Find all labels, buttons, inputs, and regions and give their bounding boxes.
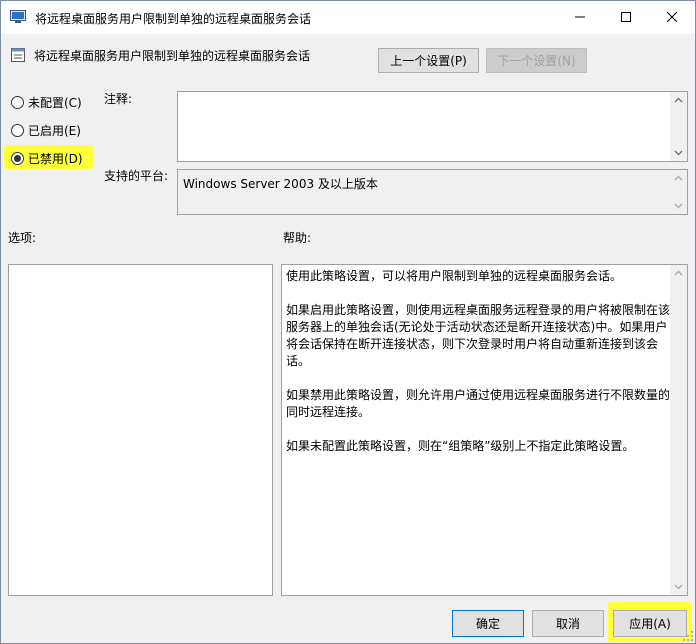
radio-circle (11, 96, 24, 109)
next-setting-button[interactable]: 下一个设置(N) (486, 48, 587, 73)
help-paragraph: 如果启用此策略设置，则使用远程桌面服务远程登录的用户将被限制在该服务器上的单独会… (286, 303, 671, 368)
policy-setting-icon (11, 48, 25, 62)
close-icon (667, 12, 677, 22)
apply-button[interactable]: 应用(A) (613, 610, 687, 637)
previous-setting-button[interactable]: 上一个设置(P) (378, 48, 479, 73)
cancel-button[interactable]: 取消 (532, 610, 604, 637)
remote-desktop-icon (10, 10, 26, 23)
resize-grip-icon[interactable] (683, 631, 693, 641)
scroll-up-icon (674, 175, 683, 181)
platform-value: Windows Server 2003 及以上版本 (183, 177, 378, 191)
minimize-icon (575, 16, 585, 18)
help-label: 帮助: (283, 231, 312, 245)
radio-enabled[interactable]: 已启用(E) (11, 122, 81, 139)
help-panel: 使用此策略设置，可以将用户限制到单独的远程桌面服务会话。 如果启用此策略设置，则… (281, 264, 688, 596)
scroll-up-icon (674, 270, 683, 276)
platform-label: 支持的平台: (104, 169, 169, 183)
radio-not-configured[interactable]: 未配置(C) (11, 94, 82, 111)
comment-textarea[interactable] (177, 91, 688, 162)
scroll-up-icon (674, 97, 683, 103)
close-button[interactable] (649, 1, 695, 33)
help-paragraph: 如果未配置此策略设置，则在“组策略”级别上不指定此策略设置。 (286, 439, 635, 453)
help-text: 使用此策略设置，可以将用户限制到单独的远程桌面服务会话。 如果启用此策略设置，则… (286, 268, 672, 472)
radio-circle (11, 124, 24, 137)
policy-dialog: 将远程桌面服务用户限制到单独的远程桌面服务会话 将远程桌面服务用户限制到单独的远… (0, 0, 696, 644)
options-panel (8, 264, 273, 596)
options-label: 选项: (8, 231, 37, 245)
radio-circle (11, 152, 24, 165)
scroll-down-icon (674, 203, 683, 209)
help-paragraph: 如果禁用此策略设置，则允许用户通过使用远程桌面服务进行不限数量的同时远程连接。 (286, 388, 671, 419)
radio-label: 已禁用(D) (28, 152, 83, 166)
radio-disabled[interactable]: 已禁用(D) (11, 150, 83, 167)
platform-scrollbar[interactable] (670, 170, 687, 214)
ok-button[interactable]: 确定 (452, 610, 524, 637)
minimize-button[interactable] (557, 1, 603, 33)
maximize-button[interactable] (603, 1, 649, 33)
radio-label: 未配置(C) (28, 96, 82, 110)
scroll-down-icon (674, 150, 683, 156)
help-paragraph: 使用此策略设置，可以将用户限制到单独的远程桌面服务会话。 (286, 269, 623, 283)
policy-title: 将远程桌面服务用户限制到单独的远程桌面服务会话 (34, 49, 311, 63)
comment-label: 注释: (104, 92, 133, 106)
maximize-icon (621, 12, 631, 22)
comment-scrollbar[interactable] (670, 92, 687, 161)
window-title: 将远程桌面服务用户限制到单独的远程桌面服务会话 (35, 12, 312, 26)
platform-field: Windows Server 2003 及以上版本 (177, 169, 688, 215)
title-bar: 将远程桌面服务用户限制到单独的远程桌面服务会话 (1, 1, 695, 34)
radio-label: 已启用(E) (28, 124, 81, 138)
scroll-down-icon (674, 584, 683, 590)
radio-dot (14, 155, 21, 162)
help-scrollbar[interactable] (670, 265, 687, 595)
